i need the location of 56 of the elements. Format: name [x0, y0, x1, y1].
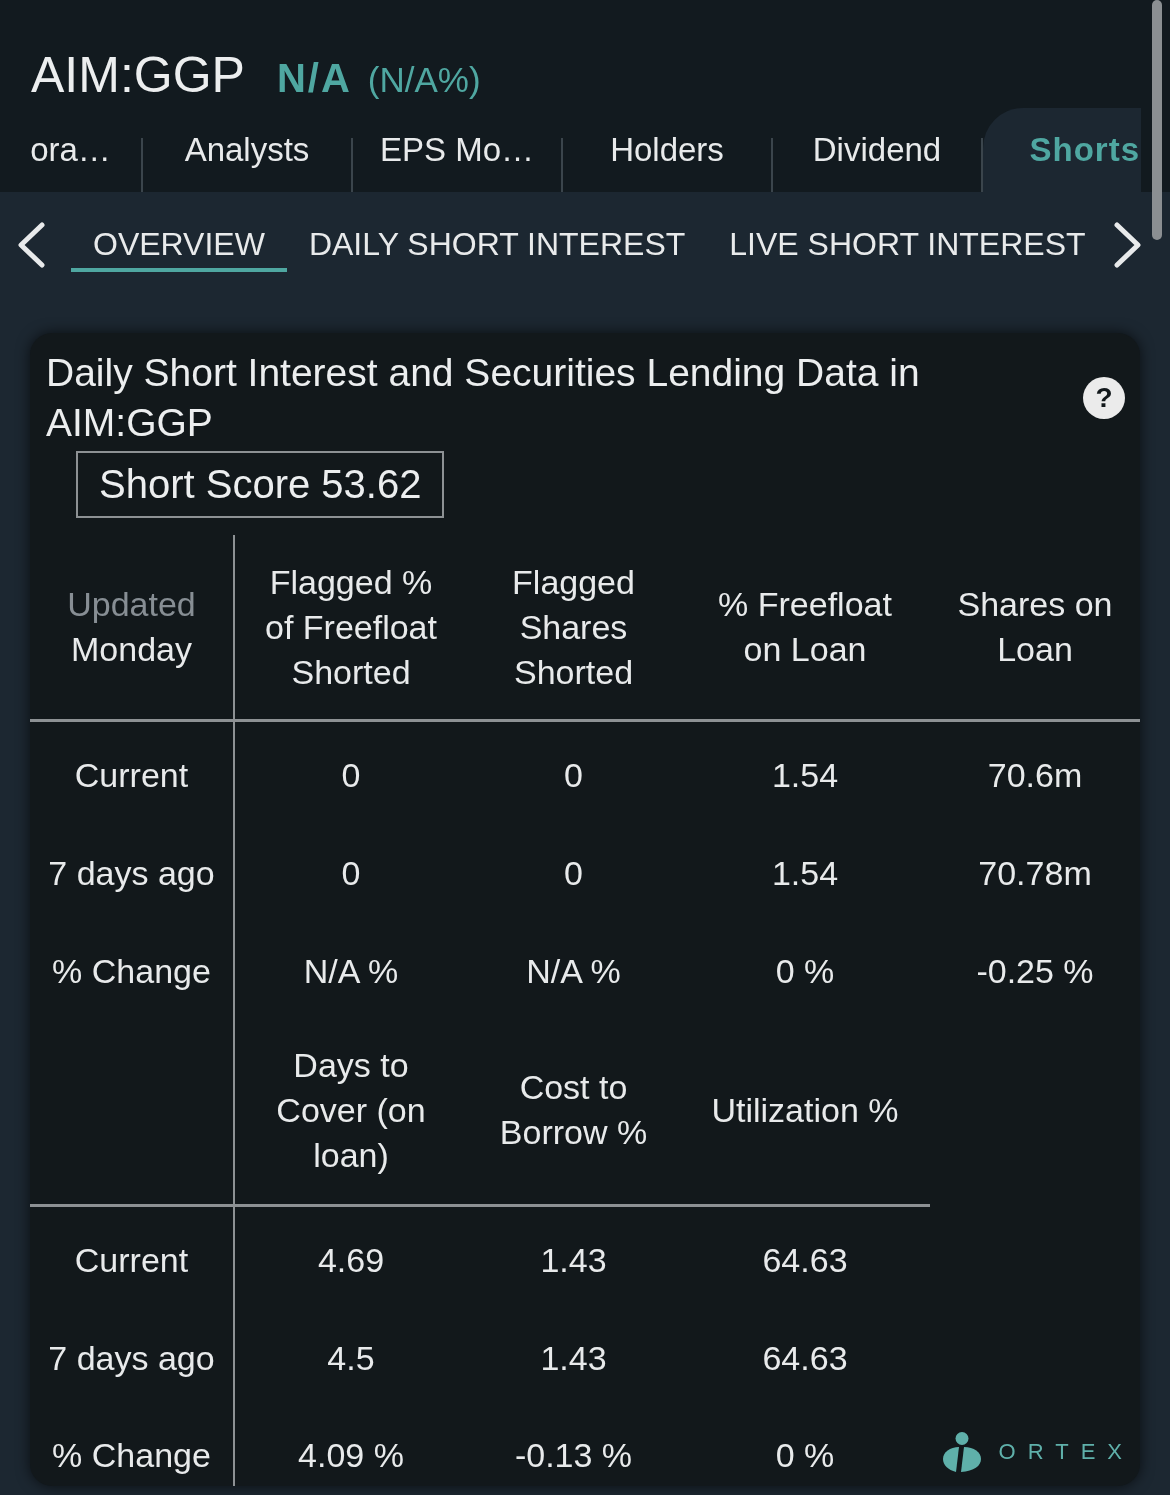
table-cell-text: 70.6m: [987, 754, 1083, 796]
table-cell-text: 4.09 %: [298, 1435, 404, 1476]
row-label: % Change: [52, 950, 211, 992]
chevron-left-icon[interactable]: [16, 222, 46, 268]
row-label: 7 days ago: [48, 1337, 215, 1379]
column-header: Utilization %: [711, 1089, 899, 1131]
tab[interactable]: Shorts: [983, 108, 1141, 192]
column-header: Cost to Borrow %: [498, 1067, 649, 1153]
help-button[interactable]: ?: [1083, 377, 1125, 419]
price-change: (N/A%): [367, 59, 481, 101]
section-tab[interactable]: OVERVIEW: [71, 220, 287, 272]
table-cell-text: 1.43: [540, 1239, 607, 1281]
table-cell-text: 0: [564, 754, 583, 796]
scrollbar[interactable]: [1152, 0, 1162, 240]
table-cell-text: 70.78m: [978, 852, 1092, 894]
brand-name: ORTEX: [998, 1439, 1134, 1465]
table-cell-text: N/A %: [303, 950, 399, 992]
table-cell-text: 0: [341, 852, 361, 894]
logo-icon: [942, 1432, 981, 1472]
column-header: Flagged % of Freefloat Shorted: [264, 561, 438, 693]
column-header: Shares on Loan: [956, 584, 1114, 670]
tab[interactable]: ora…: [0, 108, 141, 192]
column-header: Days to Cover (on loan): [275, 1044, 427, 1176]
table-cell-text: 1.54: [771, 754, 839, 796]
card-title: Daily Short Interest and Securities Lending Data in AIM:GGP: [46, 350, 921, 446]
table-cell-text: 0 %: [775, 1435, 835, 1476]
table-cell-text: 1.54: [771, 852, 839, 894]
table-cell-text: 4.5: [327, 1337, 375, 1379]
table-cell-text: N/A %: [526, 950, 621, 992]
tab[interactable]: EPS Mo…: [353, 108, 561, 192]
table-cell-text: 4.69: [317, 1239, 385, 1281]
table-cell-text: 1.43: [540, 1337, 607, 1379]
short-score: Short Score 53.62: [76, 451, 445, 518]
section-tab[interactable]: DAILY SHORT INTEREST: [286, 220, 708, 272]
table-cell-text: 0 %: [775, 950, 835, 992]
table-cell-text: 64.63: [762, 1337, 848, 1379]
ticker-symbol: AIM:GGP: [31, 46, 245, 105]
row-label: % Change: [52, 1435, 211, 1476]
tab[interactable]: Analysts: [143, 108, 351, 192]
table-cell-text: 0: [341, 754, 361, 796]
column-header: % Freefloat on Loan: [717, 584, 893, 670]
updated-value: Monday: [71, 629, 192, 670]
row-label: Current: [74, 1239, 189, 1281]
column-header: Flagged Shares Shorted: [511, 561, 636, 693]
tab[interactable]: Holders: [563, 108, 771, 192]
chevron-right-icon[interactable]: [1112, 222, 1143, 268]
price-value: N/A: [276, 55, 352, 102]
row-label: 7 days ago: [48, 852, 215, 894]
updated-label: Updated: [67, 584, 196, 625]
table-cell-text: 64.63: [762, 1239, 848, 1281]
table-cell-text: 0: [564, 852, 583, 894]
row-label: Current: [74, 754, 189, 796]
table-cell-text: -0.13 %: [514, 1435, 633, 1476]
tab[interactable]: Dividend: [773, 108, 981, 192]
table-cell-text: -0.25 %: [976, 950, 1094, 992]
section-tab[interactable]: LIVE SHORT INTEREST: [707, 220, 1108, 272]
